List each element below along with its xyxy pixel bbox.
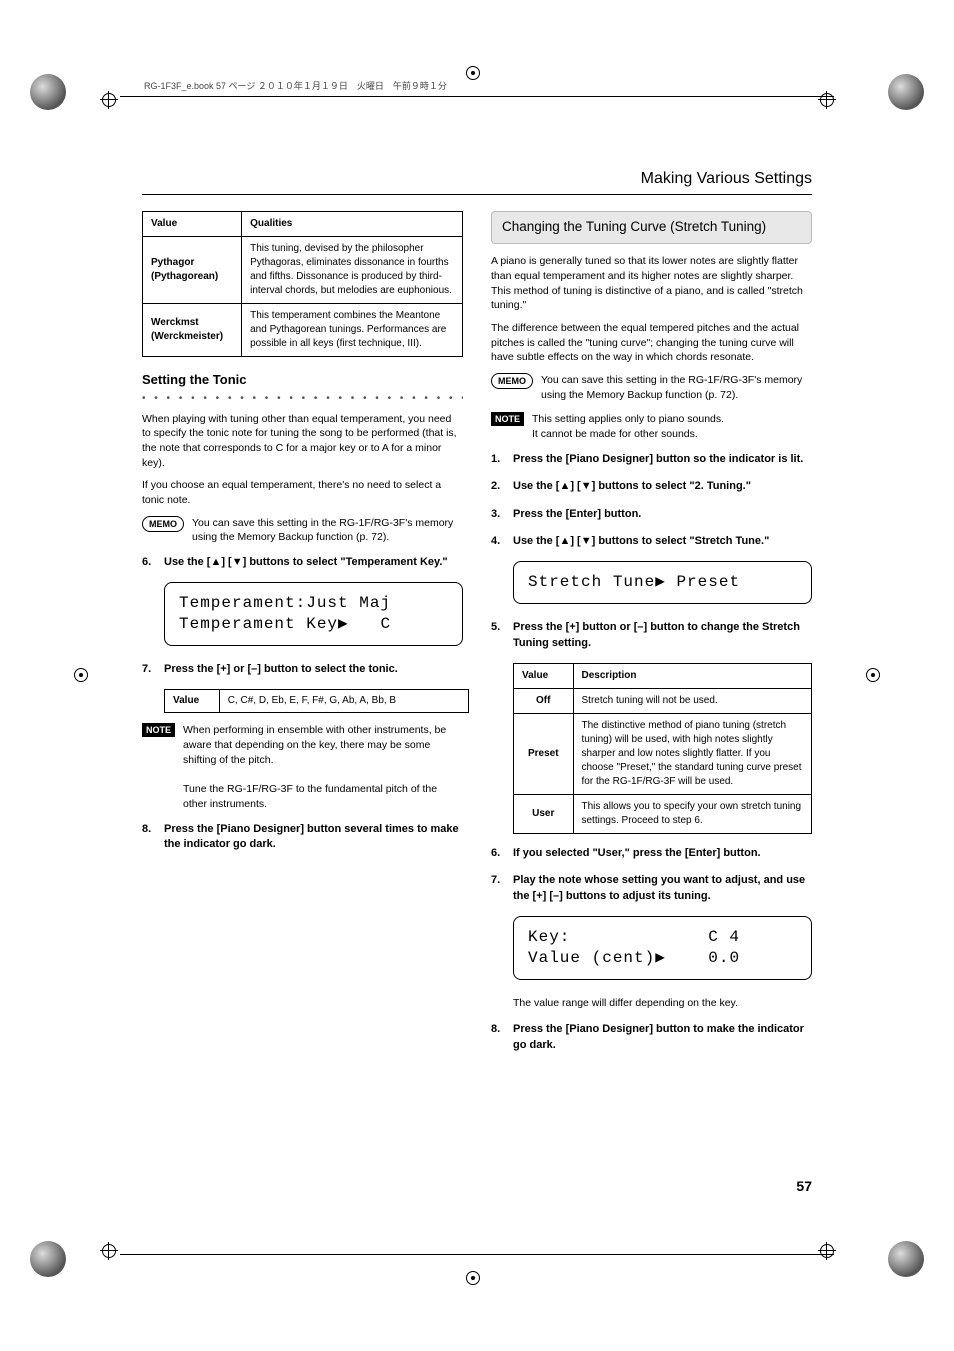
lcd-display: Stretch Tune▶ Preset [513, 561, 812, 604]
lcd-stretch: Stretch Tune▶ Preset [528, 573, 740, 591]
left-column: Value Qualities Pythagor (Pythagorean) T… [142, 211, 463, 1065]
print-top-line [120, 96, 834, 97]
tonic-p2: If you choose an equal temperament, ther… [142, 478, 463, 507]
note-line2: Tune the RG-1F/RG-3F to the fundamental … [183, 783, 437, 810]
step-3: Press the [Enter] button. [513, 507, 812, 522]
page-title: Making Various Settings [142, 168, 812, 190]
cell-value: Pythagor (Pythagorean) [143, 237, 242, 304]
crop-target-icon [818, 1242, 836, 1260]
table-row: Werckmst (Werckmeister) This temperament… [143, 304, 463, 357]
memo-badge: MEMO [491, 373, 533, 389]
crop-target-icon [100, 91, 118, 109]
lcd-display: Key: C 4 Value (cent)▶ 0.0 [513, 916, 812, 980]
memo-text: You can save this setting in the RG-1F/R… [192, 516, 463, 545]
stretch-value-table: Value Description OffStretch tuning will… [513, 663, 812, 834]
val-th: Value [165, 690, 220, 713]
header-rule [142, 194, 812, 195]
setting-tonic-heading: Setting the Tonic [142, 371, 463, 389]
lcd2b: Value (cent)▶ 0.0 [528, 949, 740, 967]
cell-d: This allows you to specify your own stre… [573, 794, 811, 833]
step-8r: Press the [Piano Designer] button to mak… [513, 1022, 812, 1053]
lcd-line1: Temperament:Just Maj [179, 594, 391, 612]
reg-mark-icon [30, 1241, 66, 1277]
step-6r: If you selected "User," press the [Enter… [513, 846, 812, 861]
note-a: This setting applies only to piano sound… [532, 413, 724, 425]
page-body: Making Various Settings Value Qualities … [142, 168, 812, 1183]
tonic-p1: When playing with tuning other than equa… [142, 412, 463, 471]
print-bottom-line [120, 1254, 834, 1255]
print-header: RG-1F3F_e.book 57 ページ ２０１０年１月１９日 火曜日 午前９… [140, 80, 451, 93]
tonic-value-table: Value C, C#, D, Eb, E, F, F#, G, Ab, A, … [164, 689, 469, 713]
reg-mark-icon [30, 74, 66, 110]
lcd-display: Temperament:Just Maj Temperament Key▶ C [164, 582, 463, 646]
note-line1: When performing in ensemble with other i… [183, 724, 446, 765]
step-5: Press the [+] button or [–] button to ch… [513, 620, 812, 651]
reg-dot-icon [466, 66, 480, 80]
note-b: It cannot be made for other sounds. [532, 428, 698, 440]
step-num: 7. [142, 662, 156, 677]
step-num: 8. [142, 822, 156, 853]
step-8: Press the [Piano Designer] button severa… [164, 822, 463, 853]
memo-text: You can save this setting in the RG-1F/R… [541, 373, 812, 402]
step-7r: Play the note whose setting you want to … [513, 873, 812, 904]
cell-v: Off [514, 688, 574, 713]
crop-target-icon [100, 1242, 118, 1260]
step-num: 8. [491, 1022, 505, 1053]
cell-v: User [514, 794, 574, 833]
step-num: 6. [142, 555, 156, 570]
reg-mark-icon [888, 1241, 924, 1277]
table-row: OffStretch tuning will not be used. [514, 688, 812, 713]
lcd2a: Key: C 4 [528, 928, 740, 946]
memo-badge: MEMO [142, 516, 184, 532]
reg-dot-icon [466, 1271, 480, 1285]
dotline: • • • • • • • • • • • • • • • • • • • • … [142, 392, 463, 406]
th-value: Value [514, 663, 574, 688]
cell-d: Stretch tuning will not be used. [573, 688, 811, 713]
page-number: 57 [796, 1177, 812, 1197]
th-qualities: Qualities [242, 212, 463, 237]
right-column: Changing the Tuning Curve (Stretch Tunin… [491, 211, 812, 1065]
th-value: Value [143, 212, 242, 237]
step-1: Press the [Piano Designer] button so the… [513, 452, 812, 467]
step-7: Press the [+] or [–] button to select th… [164, 662, 463, 677]
val-td: C, C#, D, Eb, E, F, F#, G, Ab, A, Bb, B [219, 690, 468, 713]
note-text: This setting applies only to piano sound… [532, 412, 812, 441]
reg-mark-icon [888, 74, 924, 110]
table-row: Pythagor (Pythagorean) This tuning, devi… [143, 237, 463, 304]
stretch-p1: A piano is generally tuned so that its l… [491, 254, 812, 313]
reg-dot-icon [866, 668, 880, 682]
tuning-qualities-table: Value Qualities Pythagor (Pythagorean) T… [142, 211, 463, 357]
step-num: 1. [491, 452, 505, 467]
note-badge: NOTE [491, 412, 524, 426]
cell-v: Preset [514, 713, 574, 794]
step-num: 3. [491, 507, 505, 522]
note-text: When performing in ensemble with other i… [183, 723, 463, 811]
step-6: Use the [▲] [▼] buttons to select "Tempe… [164, 555, 463, 570]
note-badge: NOTE [142, 723, 175, 737]
cell-d: The distinctive method of piano tuning (… [573, 713, 811, 794]
stretch-section-heading: Changing the Tuning Curve (Stretch Tunin… [491, 211, 812, 244]
cell-value: Werckmst (Werckmeister) [143, 304, 242, 357]
cell-qual: This temperament combines the Meantone a… [242, 304, 463, 357]
crop-target-icon [818, 91, 836, 109]
table-row: UserThis allows you to specify your own … [514, 794, 812, 833]
step-num: 2. [491, 479, 505, 494]
reg-dot-icon [74, 668, 88, 682]
step-num: 4. [491, 534, 505, 549]
stretch-p2: The difference between the equal tempere… [491, 321, 812, 365]
table-row: PresetThe distinctive method of piano tu… [514, 713, 812, 794]
step-num: 5. [491, 620, 505, 651]
cell-qual: This tuning, devised by the philosopher … [242, 237, 463, 304]
step-num: 7. [491, 873, 505, 904]
lcd-line2: Temperament Key▶ C [179, 615, 391, 633]
step-num: 6. [491, 846, 505, 861]
range-hint: The value range will differ depending on… [513, 996, 812, 1011]
th-desc: Description [573, 663, 811, 688]
step-2: Use the [▲] [▼] buttons to select "2. Tu… [513, 479, 812, 494]
step-4: Use the [▲] [▼] buttons to select "Stret… [513, 534, 812, 549]
